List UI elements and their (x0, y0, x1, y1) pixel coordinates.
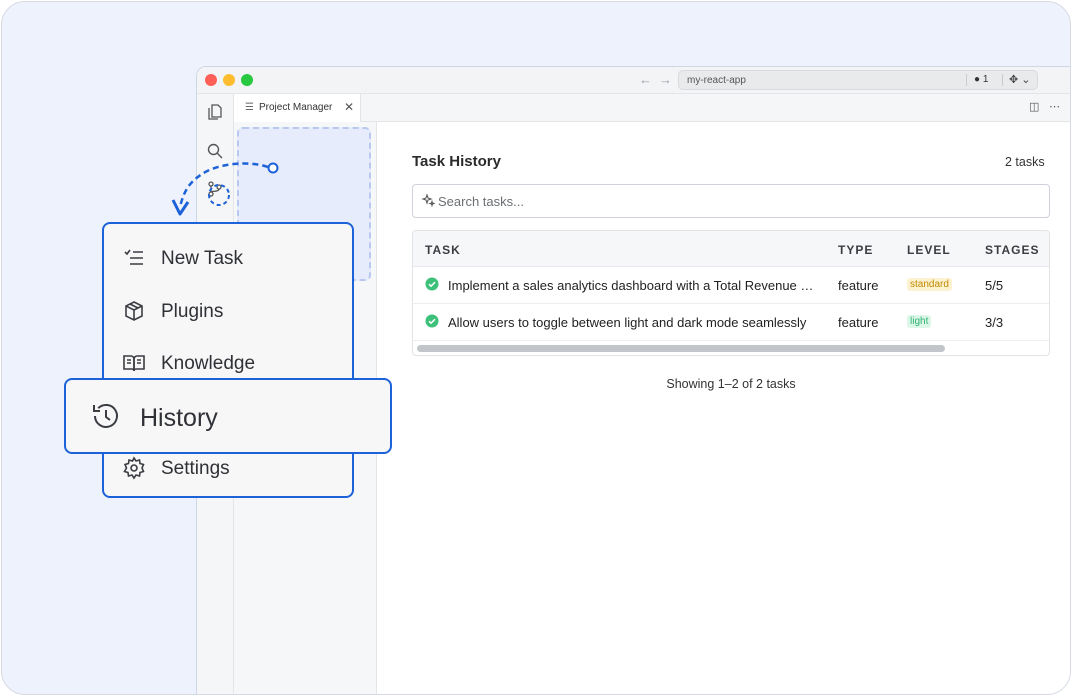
column-header-task[interactable]: TASK (425, 243, 461, 257)
column-header-stages[interactable]: STAGES (985, 243, 1039, 257)
search-input[interactable]: Search tasks... (412, 184, 1050, 218)
maximize-window-button[interactable] (241, 74, 253, 86)
command-center[interactable]: my-react-app ● 1 ✥ ⌄ (678, 70, 1038, 90)
back-arrow-icon[interactable]: ← (639, 72, 652, 87)
divider (966, 74, 967, 86)
more-icon[interactable]: ⋯ (1049, 100, 1060, 113)
project-name: my-react-app (687, 75, 746, 86)
list-plus-icon (124, 249, 143, 265)
menu-item-settings[interactable]: Settings (122, 454, 342, 482)
title-bar: ← → my-react-app ● 1 ✥ ⌄ (197, 67, 1070, 94)
menu-item-new-task[interactable]: New Task (122, 244, 342, 272)
task-description: Implement a sales analytics dashboard wi… (448, 278, 815, 293)
task-stages: 3/3 (985, 315, 1004, 330)
task-type: feature (838, 315, 879, 330)
drag-arrow-icon (171, 162, 279, 216)
tab-bar: ☰ Project Manager ✕ ◫ ⋯ (234, 94, 1070, 122)
check-circle-icon (425, 314, 439, 328)
check-circle-icon (425, 277, 439, 291)
tab-label: Project Manager (259, 102, 333, 113)
menu-item-label: History (140, 404, 218, 432)
table-header: TASK TYPE LEVEL STAGES (413, 231, 1049, 267)
minimize-window-button[interactable] (223, 74, 235, 86)
navigation-menu: New Task Plugins Knowledge Settings (102, 222, 354, 498)
menu-item-label: Settings (161, 458, 230, 479)
table-row[interactable]: Allow users to toggle between light and … (413, 304, 1049, 341)
tab-project-manager[interactable]: ☰ Project Manager ✕ (234, 94, 361, 122)
close-window-button[interactable] (205, 74, 217, 86)
sparkle-icon (421, 193, 435, 207)
history-icon (93, 403, 118, 428)
scrollbar-thumb[interactable] (417, 345, 945, 352)
main-panel: Task History 2 tasks Search tasks... TAS… (377, 122, 1070, 694)
gear-icon (123, 456, 145, 480)
menu-item-label: Knowledge (161, 353, 256, 374)
menu-item-plugins[interactable]: Plugins (122, 297, 342, 325)
task-description: Allow users to toggle between light and … (448, 315, 807, 330)
menu-item-history[interactable]: History (64, 378, 392, 454)
column-header-type[interactable]: TYPE (838, 243, 873, 257)
search-placeholder: Search tasks... (438, 194, 524, 209)
book-open-icon (123, 355, 145, 372)
task-table: TASK TYPE LEVEL STAGES Implement a sales… (412, 230, 1050, 356)
page-title: Task History (412, 153, 501, 170)
forward-arrow-icon[interactable]: → (659, 72, 672, 87)
copilot-icon[interactable]: ✥ ⌄ (1009, 73, 1031, 86)
table-row[interactable]: Implement a sales analytics dashboard wi… (413, 267, 1049, 304)
task-type: feature (838, 278, 879, 293)
background-frame: ← → my-react-app ● 1 ✥ ⌄ ☰ Project Manag… (1, 1, 1071, 695)
pagination-summary: Showing 1–2 of 2 tasks (666, 377, 796, 391)
column-header-level[interactable]: LEVEL (907, 243, 951, 257)
level-badge: light (907, 315, 932, 328)
menu-item-label: Plugins (161, 301, 224, 322)
horizontal-scrollbar[interactable] (413, 341, 1049, 355)
menu-item-knowledge[interactable]: Knowledge (122, 349, 342, 377)
task-stages: 5/5 (985, 278, 1004, 293)
list-icon: ☰ (245, 102, 254, 113)
level-badge: standard (907, 278, 952, 291)
changes-badge[interactable]: ● 1 (974, 74, 988, 85)
menu-item-label: New Task (161, 248, 244, 269)
close-icon[interactable]: ✕ (344, 100, 354, 114)
split-editor-icon[interactable]: ◫ (1029, 100, 1039, 113)
task-count: 2 tasks (1005, 155, 1045, 169)
divider (1002, 74, 1003, 86)
package-icon (125, 301, 143, 321)
files-icon[interactable] (206, 103, 224, 121)
